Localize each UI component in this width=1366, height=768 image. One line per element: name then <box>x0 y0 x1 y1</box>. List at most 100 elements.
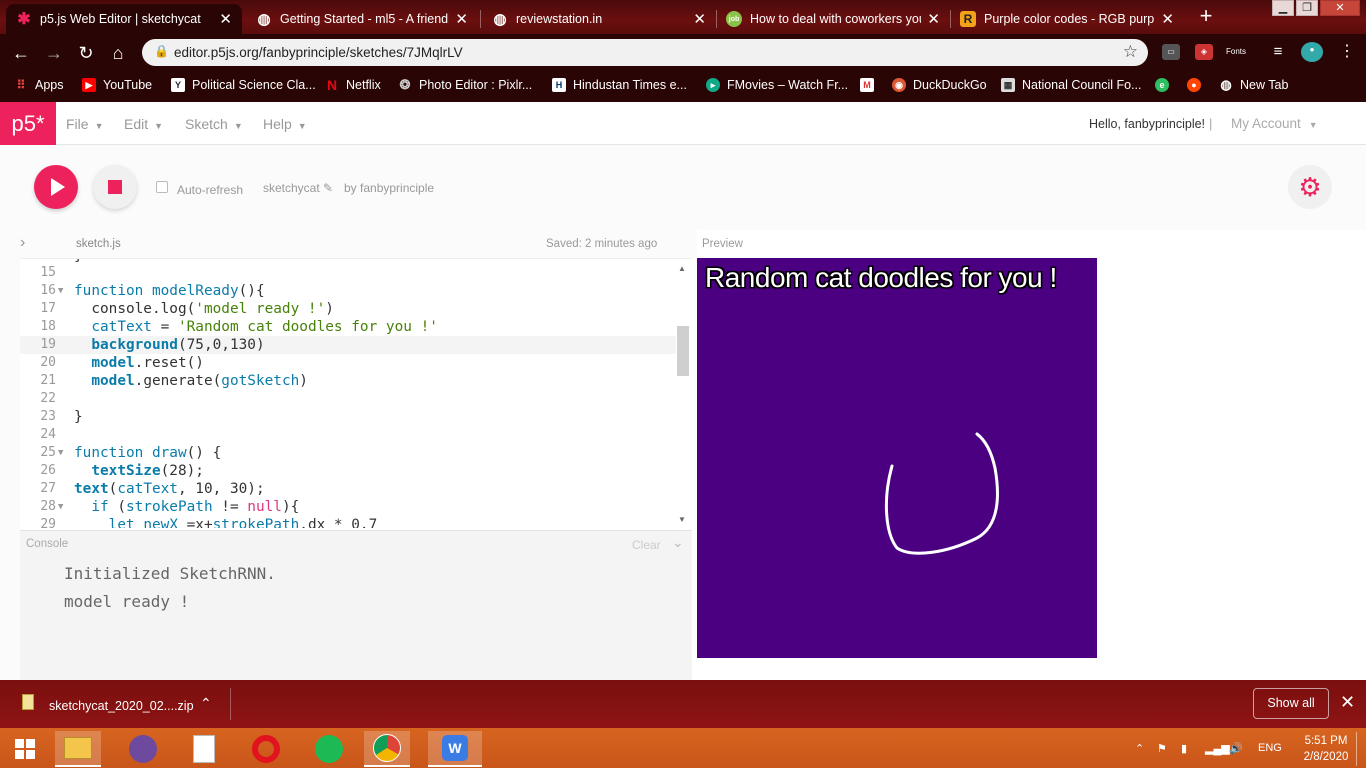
bookmark-reddit[interactable]: ● <box>1187 76 1208 94</box>
new-tab-button[interactable]: + <box>1194 5 1218 29</box>
sketch-canvas[interactable]: Random cat doodles for you ! <box>697 258 1097 658</box>
close-tab-icon[interactable]: ✕ <box>219 10 232 28</box>
bookmark-hindustan-times[interactable]: H Hindustan Times e... <box>552 76 687 94</box>
battery-icon[interactable]: ▮ <box>1181 742 1187 755</box>
caret-down-icon: ▼ <box>154 121 164 131</box>
show-hidden-icons-chevron[interactable]: ⌃ <box>1135 742 1144 755</box>
language-indicator[interactable]: ENG <box>1258 742 1282 754</box>
bookmark-label: New Tab <box>1240 78 1289 92</box>
restore-button[interactable]: ❐ <box>1296 0 1318 16</box>
minimize-button[interactable]: ▁ <box>1272 0 1294 16</box>
menu-dots-icon[interactable]: ⋮ <box>1338 44 1356 60</box>
code-line: 16 ▼ function modelReady(){ <box>20 282 676 300</box>
file-explorer-icon[interactable] <box>55 731 101 767</box>
taskbar-clock[interactable]: 5:51 PM 2/8/2020 <box>1300 733 1352 765</box>
tab-coworkers[interactable]: job How to deal with coworkers you ✕ <box>716 4 950 34</box>
scroll-down-icon[interactable]: ▼ <box>678 515 686 524</box>
clear-console-button[interactable]: Clear <box>632 538 661 552</box>
close-download-shelf-icon[interactable]: ✕ <box>1340 692 1355 713</box>
profile-avatar-icon[interactable]: ● <box>1301 42 1323 62</box>
spotify-icon[interactable] <box>306 731 352 767</box>
bookmark-pixlr[interactable]: ❂ Photo Editor : Pixlr... <box>398 76 533 94</box>
code-editor[interactable]: } 15 16▼function modelReady(){ 17 consol… <box>20 258 692 528</box>
globe-icon: ◍ <box>493 11 507 28</box>
fold-arrow-icon[interactable]: ▼ <box>58 282 63 300</box>
tab-p5-editor[interactable]: ✱ p5.js Web Editor | sketchycat ✕ <box>6 4 242 34</box>
expand-sidebar-chevron-icon[interactable]: › <box>20 234 25 252</box>
close-tab-icon[interactable]: ✕ <box>927 10 940 28</box>
show-desktop-button[interactable] <box>1356 732 1362 766</box>
p5-logo[interactable]: p5* <box>0 102 56 145</box>
play-button[interactable] <box>34 165 78 209</box>
tab-reviewstation[interactable]: ◍ reviewstation.in ✕ <box>482 4 716 34</box>
fold-arrow-icon[interactable]: ▼ <box>58 444 63 462</box>
my-account-menu[interactable]: My Account ▼ <box>1231 116 1318 131</box>
bookmark-netflix[interactable]: N Netflix <box>325 76 381 94</box>
tab-title: How to deal with coworkers you <box>750 12 922 26</box>
download-options-chevron-icon[interactable]: ⌃ <box>200 695 212 712</box>
sketch-name[interactable]: sketchycat ✎ <box>263 181 333 195</box>
forward-arrow-icon[interactable]: → <box>43 42 65 64</box>
wps-office-icon[interactable]: W <box>428 731 482 767</box>
menu-edit[interactable]: Edit ▼ <box>124 116 163 132</box>
chrome-icon[interactable] <box>364 731 410 767</box>
menu-help[interactable]: Help ▼ <box>263 116 307 132</box>
cast-extension-icon[interactable]: ▭ <box>1162 44 1180 60</box>
fold-arrow-icon[interactable]: ▼ <box>58 498 63 516</box>
bookmark-new-tab[interactable]: ◍ New Tab <box>1219 76 1288 94</box>
collapse-console-chevron-icon[interactable]: ⌄ <box>672 534 684 551</box>
bookmark-evernote[interactable]: e <box>1155 76 1176 94</box>
close-tab-icon[interactable]: ✕ <box>455 10 468 28</box>
document-app-icon[interactable] <box>181 731 227 767</box>
sketch-author[interactable]: by fanbyprinciple <box>344 181 434 195</box>
bookmark-ncert[interactable]: ▦ National Council Fo... <box>1001 76 1142 94</box>
wifi-signal-icon[interactable]: ▂▄▆ <box>1205 742 1230 755</box>
caret-down-icon: ▼ <box>94 121 104 131</box>
auto-refresh-checkbox[interactable] <box>156 181 168 193</box>
code-scrollbar[interactable]: ▲ ▼ <box>676 262 689 524</box>
windows-start-icon[interactable] <box>2 731 48 767</box>
back-arrow-icon[interactable]: ← <box>10 42 32 64</box>
bookmark-youtube[interactable]: ▶ YouTube <box>82 76 152 94</box>
scroll-thumb[interactable] <box>677 326 689 376</box>
line-number: 22 <box>40 391 56 406</box>
apps-grid-icon: ⠿ <box>16 78 26 92</box>
menu-sketch[interactable]: Sketch ▼ <box>185 116 243 132</box>
tab-purple-colors[interactable]: R Purple color codes - RGB purple ✕ <box>950 4 1184 34</box>
code-text: let newX =x+strokePath.dx * 0.7 <box>108 517 378 528</box>
fmovies-icon: ▸ <box>706 78 720 92</box>
download-file-name[interactable]: sketchycat_2020_02....zip <box>49 699 194 713</box>
p5-star-icon: ✱ <box>17 11 31 28</box>
bookmark-star-icon[interactable]: ☆ <box>1123 42 1138 62</box>
address-bar[interactable]: 🔒 editor.p5js.org/fanbyprinciple/sketche… <box>142 39 1148 66</box>
line-number: 27 <box>40 481 56 496</box>
network-flag-icon[interactable]: ⚑ <box>1157 742 1167 755</box>
cat-doodle-drawing <box>884 432 999 555</box>
home-icon[interactable]: ⌂ <box>107 42 129 64</box>
reload-icon[interactable]: ↻ <box>75 42 97 64</box>
volume-icon[interactable]: 🔊 <box>1229 742 1243 755</box>
stop-button[interactable] <box>93 165 137 209</box>
youtube-icon: ▶ <box>82 78 96 92</box>
scroll-up-icon[interactable]: ▲ <box>678 264 686 273</box>
show-all-button[interactable]: Show all <box>1253 688 1329 719</box>
github-desktop-icon[interactable] <box>120 731 166 767</box>
bookmark-duckduckgo[interactable]: ◉ DuckDuckGo <box>892 76 987 94</box>
shield-extension-icon[interactable]: ◈ <box>1195 44 1213 60</box>
bookmark-apps[interactable]: ⠿ Apps <box>14 76 64 94</box>
opera-icon[interactable] <box>243 731 289 767</box>
tab-ml5[interactable]: ◍ Getting Started - ml5 - A friendly ✕ <box>246 4 478 34</box>
close-tab-icon[interactable]: ✕ <box>1161 10 1174 28</box>
pencil-icon[interactable]: ✎ <box>323 181 333 195</box>
bookmark-political-science[interactable]: Y Political Science Cla... <box>171 76 316 94</box>
settings-gear-icon[interactable]: ⚙ <box>1288 165 1332 209</box>
bookmark-gmail[interactable]: M <box>860 76 881 94</box>
media-queue-icon[interactable]: ≡ <box>1269 44 1287 60</box>
close-window-button[interactable]: ✕ <box>1320 0 1360 16</box>
bookmark-label: Netflix <box>346 78 381 92</box>
menu-file[interactable]: File ▼ <box>66 116 103 132</box>
menu-label: File <box>66 116 89 132</box>
bookmark-fmovies[interactable]: ▸ FMovies – Watch Fr... <box>706 76 848 94</box>
fonts-extension-icon[interactable]: Fonts <box>1225 44 1247 60</box>
close-tab-icon[interactable]: ✕ <box>693 10 706 28</box>
